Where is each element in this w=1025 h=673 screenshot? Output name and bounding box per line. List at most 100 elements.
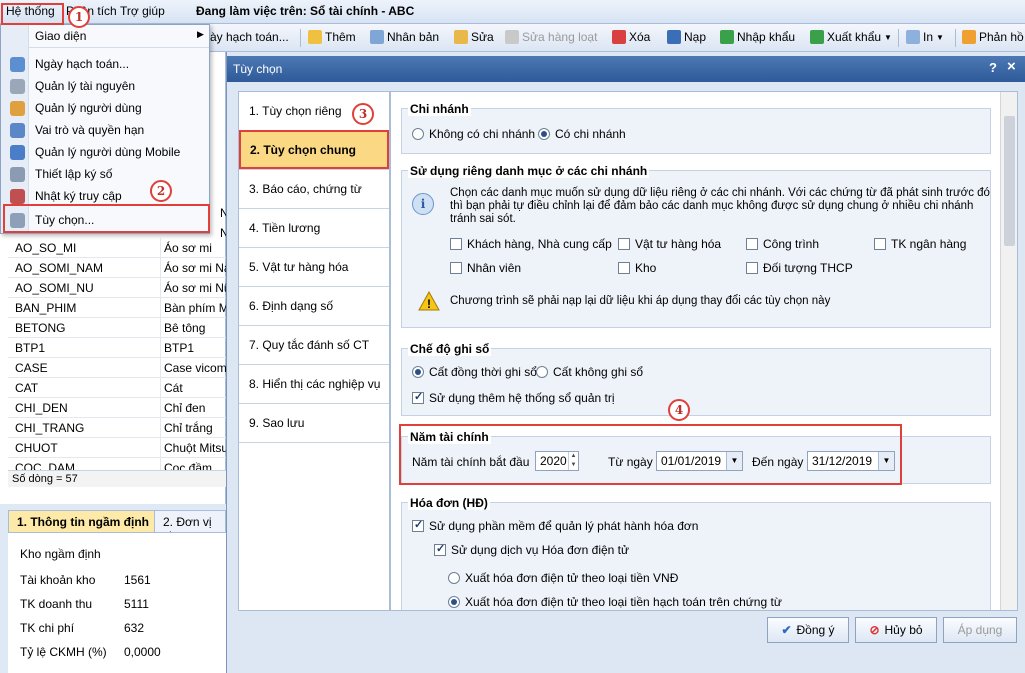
table-row[interactable]: CHI_TRANG Chỉ trắng (8, 418, 226, 438)
table-row[interactable]: AO_SO_MI Áo sơ mi (8, 238, 226, 258)
einvoice-currency-radio[interactable]: Xuất hóa đơn điện tử theo loại tiền hạch… (448, 595, 782, 609)
options-content: Chi nhánh Không có chi nhánh Có chi nhán… (390, 91, 1018, 611)
table-row[interactable]: CASE Case vicom (8, 358, 226, 378)
menu-item[interactable]: Quản lý tài nguyên (1, 75, 209, 97)
menu-help[interactable]: Trợ giúp (120, 4, 165, 18)
no-branch-radio[interactable]: Không có chi nhánh (412, 127, 535, 141)
catalog-customers-check[interactable]: Khách hàng, Nhà cung cấp (450, 237, 612, 251)
info-icon: i (412, 193, 434, 215)
field-label: TK doanh thu (20, 597, 93, 611)
table-row[interactable]: BTP1 BTP1 (8, 338, 226, 358)
item-name: BTP1 (164, 341, 195, 355)
import-button[interactable]: Nhập khẩu (720, 30, 795, 44)
table-row[interactable]: CHUOT Chuột Mitsu (8, 438, 226, 458)
use-einvoice-check[interactable]: Sử dụng dịch vụ Hóa đơn điện tử (434, 542, 629, 557)
group-title: Chi nhánh (408, 102, 471, 116)
table-row[interactable]: CHI_DEN Chỉ đen (8, 398, 226, 418)
delete-button[interactable]: Xóa (612, 30, 650, 44)
menu-item[interactable]: Ngày hạch toán... (1, 53, 209, 75)
catalog-warehouse-check[interactable]: Kho (618, 261, 656, 275)
table-row[interactable]: AO_SOMI_NU Áo sơ mi Nữ (8, 278, 226, 298)
use-invoice-software-check[interactable]: Sử dụng phần mềm để quản lý phát hành hó… (412, 518, 698, 533)
journal-date-button[interactable]: ày hạch toán... (210, 30, 289, 44)
menu-item-label: Vai trò và quyền hạn (35, 123, 145, 137)
item-name: Áo sơ mi (164, 241, 212, 255)
annotation-3: 3 (352, 103, 374, 125)
scrollbar-thumb[interactable] (1004, 116, 1015, 246)
radio-label: Xuất hóa đơn điện tử theo loại tiền hạch… (465, 595, 782, 609)
radio-icon (448, 572, 460, 584)
journal-date-label: ày hạch toán... (210, 30, 289, 44)
edit-button[interactable]: Sửa (454, 30, 494, 44)
save-no-post-radio[interactable]: Cất không ghi sổ (536, 365, 643, 379)
print-button[interactable]: In ▼ (906, 30, 944, 44)
resource-icon (10, 79, 25, 94)
checkbox-label: Sử dụng thêm hệ thống sổ quản trị (429, 391, 615, 405)
menu-item[interactable]: Quản lý người dùng Mobile (1, 141, 209, 163)
help-button[interactable]: ? (989, 60, 997, 75)
tab-units[interactable]: 2. Đơn vị ch (154, 510, 226, 543)
menu-item[interactable]: Quản lý người dùng (1, 97, 209, 119)
radio-icon (538, 128, 550, 140)
add-label: Thêm (325, 30, 356, 44)
einvoice-vnd-radio[interactable]: Xuất hóa đơn điện tử theo loại tiền VNĐ (448, 571, 678, 585)
table-row[interactable]: BAN_PHIM Bàn phím Mi (8, 298, 226, 318)
toolbar: ày hạch toán... Thêm Nhân bản Sửa Sửa hà… (210, 24, 1025, 52)
load-label: Nạp (684, 30, 707, 44)
checkbox-label: Khách hàng, Nhà cung cấp (467, 237, 612, 251)
bulk-edit-button[interactable]: Sửa hàng loạt (505, 30, 597, 44)
radio-icon (448, 596, 460, 608)
feedback-button[interactable]: Phản hồ (962, 30, 1024, 44)
menu-item[interactable]: Vai trò và quyền hạn (1, 119, 209, 141)
checkbox-label: TK ngân hàng (891, 237, 967, 251)
edit-label: Sửa (471, 30, 494, 44)
group-title: Sử dụng riêng danh mục ở các chi nhánh (408, 164, 650, 178)
cancel-button[interactable]: ⊘ Hủy bỏ (855, 617, 937, 643)
item-code: AO_SOMI_NAM (15, 261, 104, 275)
catalog-goods-check[interactable]: Vật tư hàng hóa (618, 237, 721, 251)
nav-item[interactable]: 8. Hiển thị các nghiệp vụ (239, 365, 389, 404)
nav-item[interactable]: 4. Tiền lương (239, 209, 389, 248)
export-button[interactable]: Xuất khẩu ▼ (810, 30, 892, 44)
add-button[interactable]: Thêm (308, 30, 356, 44)
content-scrollbar[interactable] (1000, 92, 1017, 610)
menu-item[interactable]: Thiết lập ký số (1, 163, 209, 185)
item-name: Chỉ đen (164, 401, 206, 415)
item-code: CHUOT (15, 441, 58, 455)
menu-item[interactable]: Giao diện (1, 25, 209, 47)
management-book-check[interactable]: Sử dụng thêm hệ thống sổ quản trị (412, 390, 615, 405)
radio-label: Cất đồng thời ghi sổ (429, 365, 537, 379)
feedback-label: Phản hồ (979, 30, 1024, 44)
nav-item[interactable]: 9. Sao lưu (239, 404, 389, 443)
table-row[interactable]: BETONG Bê tông (8, 318, 226, 338)
catalog-employees-check[interactable]: Nhân viên (450, 261, 521, 275)
radio-label: Có chi nhánh (555, 127, 626, 141)
save-and-post-radio[interactable]: Cất đồng thời ghi sổ (412, 365, 537, 379)
copy-button[interactable]: Nhân bản (370, 30, 439, 44)
tab-default-info[interactable]: 1. Thông tin ngầm định (8, 510, 158, 532)
chevron-down-icon: ▼ (936, 32, 944, 42)
item-name: Chỉ trắng (164, 421, 213, 435)
load-button[interactable]: Nạp (667, 30, 706, 44)
nav-item[interactable]: 6. Định dạng số (239, 287, 389, 326)
row-count: Số dòng = 57 (8, 470, 226, 487)
column-divider (160, 418, 161, 437)
ok-button[interactable]: ✔ Đồng ý (767, 617, 849, 643)
nav-item[interactable]: 7. Quy tắc đánh số CT (239, 326, 389, 365)
checkbox-icon (618, 262, 630, 274)
close-button[interactable]: × (1007, 58, 1016, 75)
nav-item[interactable]: 3. Báo cáo, chứng từ (239, 170, 389, 209)
has-branch-radio[interactable]: Có chi nhánh (538, 127, 626, 141)
reload-warning: Chương trình sẽ phải nạp lại dữ liệu khi… (450, 295, 831, 307)
apply-button[interactable]: Áp dụng (943, 617, 1017, 643)
apply-label: Áp dụng (957, 623, 1003, 637)
item-code: CASE (15, 361, 48, 375)
table-row[interactable]: AO_SOMI_NAM Áo sơ mi Nam (8, 258, 226, 278)
column-divider (160, 358, 161, 377)
catalog-cost-object-check[interactable]: Đối tượng THCP (746, 261, 853, 275)
nav-item[interactable]: 5. Vật tư hàng hóa (239, 248, 389, 287)
table-row[interactable]: CAT Cát (8, 378, 226, 398)
annotation-2: 2 (150, 180, 172, 202)
catalog-bank-check[interactable]: TK ngân hàng (874, 237, 966, 251)
catalog-projects-check[interactable]: Công trình (746, 237, 819, 251)
